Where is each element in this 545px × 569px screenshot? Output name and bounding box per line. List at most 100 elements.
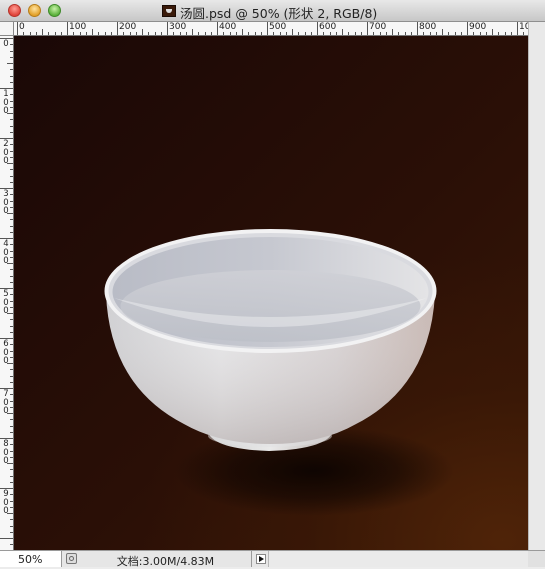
ruler-tick [85, 32, 87, 35]
ruler-tick [10, 444, 13, 446]
window-title: 汤圆.psd @ 50% (形状 2, RGB/8) [180, 6, 378, 21]
ruler-tick [10, 306, 13, 308]
ruler-tick [10, 394, 13, 396]
ruler-tick [204, 32, 206, 35]
status-menu-arrow-icon[interactable] [256, 554, 266, 564]
ruler-tick [354, 32, 356, 35]
ruler-tick [135, 32, 137, 35]
ruler-tick [10, 506, 13, 508]
ruler-tick [67, 22, 68, 35]
zoom-button[interactable] [48, 4, 61, 17]
ruler-tick [10, 256, 13, 258]
ruler-tick [54, 32, 56, 35]
zoom-level-field[interactable]: 50% [0, 551, 62, 567]
ruler-tick [10, 319, 13, 321]
ruler-tick [10, 375, 13, 377]
ruler-tick [10, 469, 13, 471]
ruler-tick [10, 525, 13, 527]
ruler-tick [367, 22, 368, 35]
ruler-tick [10, 244, 13, 246]
ruler-tick [10, 125, 13, 127]
ruler-tick [10, 94, 13, 96]
ruler-tick [217, 22, 218, 35]
ruler-tick [10, 206, 13, 208]
ruler-tick [10, 400, 13, 402]
ruler-tick [167, 22, 168, 35]
ruler-tick [435, 32, 437, 35]
ruler-tick [285, 32, 287, 35]
ruler-label: 200 [119, 22, 137, 32]
ruler-tick [404, 32, 406, 35]
ruler-tick [273, 32, 275, 35]
preview-status-icon[interactable] [66, 553, 77, 564]
ruler-tick [185, 32, 187, 35]
ruler-tick [254, 32, 256, 35]
ruler-label: 600 [319, 22, 337, 32]
ruler-tick [310, 32, 312, 35]
ruler-tick [429, 32, 431, 35]
ruler-tick [410, 32, 412, 35]
ruler-label: 500 [3, 289, 9, 316]
close-button[interactable] [8, 4, 21, 17]
ruler-tick [129, 32, 131, 35]
ruler-origin[interactable] [0, 22, 14, 36]
ruler-tick [179, 32, 181, 35]
ruler-tick [479, 32, 481, 35]
ruler-tick [10, 194, 13, 196]
ruler-tick [17, 22, 18, 35]
ruler-label: 400 [3, 239, 9, 266]
ruler-tick [10, 81, 13, 83]
ruler-tick [10, 119, 13, 121]
ruler-tick [10, 175, 13, 177]
ruler-tick [10, 69, 13, 71]
ruler-tick [10, 156, 13, 158]
ruler-tick [379, 32, 381, 35]
ruler-tick [10, 225, 13, 227]
vertical-scrollbar[interactable] [528, 22, 545, 550]
ruler-tick [323, 32, 325, 35]
ruler-label: 600 [3, 339, 9, 366]
ruler-tick [35, 32, 37, 35]
ruler-tick [304, 32, 306, 35]
ruler-label: 500 [269, 22, 287, 32]
ruler-tick [223, 32, 225, 35]
ruler-tick [48, 32, 50, 35]
ruler-tick [467, 22, 468, 35]
ruler-tick [10, 450, 13, 452]
ruler-tick [148, 32, 150, 35]
ruler-tick [448, 32, 450, 35]
resize-grip[interactable] [528, 551, 545, 567]
ruler-tick [117, 22, 118, 35]
document-canvas[interactable] [14, 36, 528, 550]
ruler-tick [10, 406, 13, 408]
ruler-tick [460, 32, 462, 35]
ruler-label: 800 [3, 439, 9, 466]
ruler-tick [10, 425, 13, 427]
ruler-tick [10, 250, 13, 252]
vertical-ruler[interactable]: 0 100 200 300 400 500 600 700 800 900 [0, 36, 14, 550]
ruler-tick [10, 269, 13, 271]
ruler-tick [210, 32, 212, 35]
ruler-tick [123, 32, 125, 35]
ruler-tick [10, 331, 13, 333]
ruler-tick [504, 32, 506, 35]
ruler-tick [517, 22, 518, 35]
document-thumbnail-icon [162, 5, 176, 17]
ruler-tick [10, 169, 13, 171]
ruler-tick [92, 29, 93, 35]
ruler-label: 900 [469, 22, 487, 32]
horizontal-ruler[interactable]: 01002003004005006007008009001000 [14, 22, 530, 36]
ruler-tick [23, 32, 25, 35]
ruler-tick [242, 29, 243, 35]
ruler-tick [142, 29, 143, 35]
ruler-tick [398, 32, 400, 35]
ruler-tick [10, 56, 13, 58]
ruler-label: 700 [3, 389, 9, 416]
ruler-tick [79, 32, 81, 35]
horizontal-scrollbar[interactable] [268, 551, 528, 567]
ruler-label: 800 [419, 22, 437, 32]
ruler-tick [192, 29, 193, 35]
ruler-tick [73, 32, 75, 35]
minimize-button[interactable] [28, 4, 41, 17]
ruler-tick [498, 32, 500, 35]
